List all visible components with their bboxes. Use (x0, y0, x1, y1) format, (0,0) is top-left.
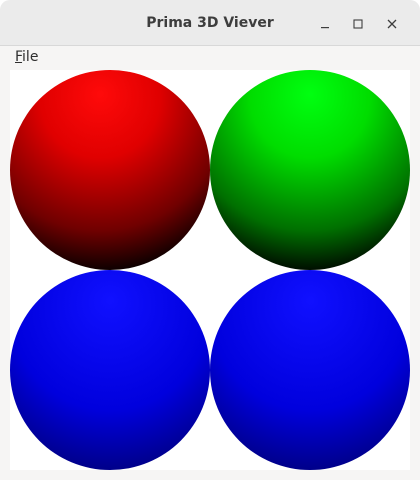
menu-file[interactable]: File (15, 49, 38, 65)
maximize-button[interactable] (346, 12, 370, 36)
green-sphere (210, 70, 410, 270)
maximize-icon (353, 19, 363, 29)
menu-file-mnemonic: F (15, 49, 23, 65)
app-window: Prima 3D Viever File (0, 0, 420, 480)
red-sphere (10, 70, 210, 270)
title-bar[interactable]: Prima 3D Viever (0, 0, 420, 46)
3d-viewport[interactable] (10, 70, 410, 470)
menu-bar: File (0, 46, 420, 70)
minimize-button[interactable] (313, 12, 337, 36)
scene-svg (10, 70, 410, 470)
blue-sphere-bottom-right (210, 270, 410, 470)
close-button[interactable] (380, 12, 404, 36)
minimize-icon (321, 27, 329, 29)
menu-file-label: ile (22, 49, 39, 65)
blue-sphere-bottom-left (10, 270, 210, 470)
close-icon (387, 19, 397, 29)
